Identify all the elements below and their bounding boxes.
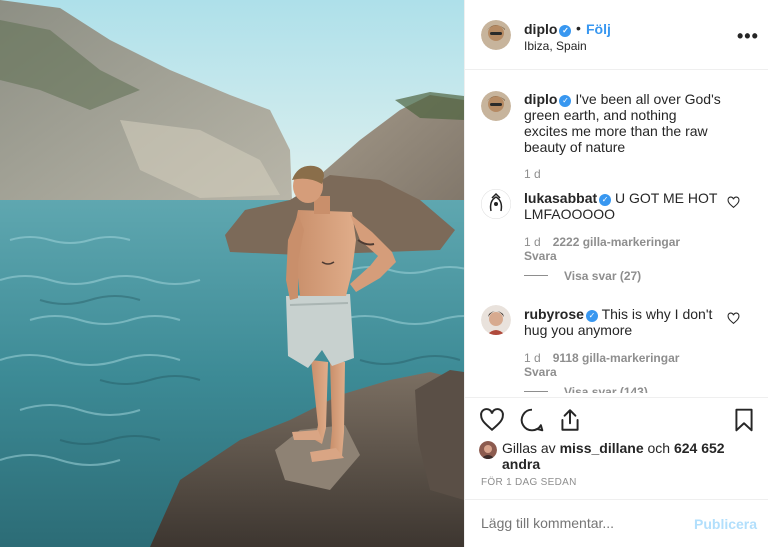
comment-heart-icon[interactable] — [727, 312, 740, 325]
comment-text-block: rubyrose ✓ This is why I don't hug you an… — [524, 306, 724, 338]
commenter-avatar[interactable] — [481, 189, 511, 219]
liked-by-user[interactable]: miss_dillane — [560, 440, 644, 456]
verified-badge-icon: ✓ — [585, 310, 598, 322]
comment-heart-icon[interactable] — [727, 196, 740, 209]
comment-time[interactable]: 1 d — [524, 235, 541, 249]
liked-by-conj: och — [647, 440, 671, 456]
reply-button[interactable]: Svara — [524, 249, 557, 263]
liked-by-text: Gillas av miss_dillane och 624 652 andra — [502, 440, 752, 472]
comment-time[interactable]: 1 d — [524, 351, 541, 365]
heart-icon[interactable] — [479, 407, 505, 433]
post-side-panel: diplo ✓ • Följ Ibiza, Spain ••• diplo ✓ … — [464, 0, 768, 547]
liked-by-prefix: Gillas av — [502, 440, 556, 456]
comments-list[interactable]: diplo ✓ I've been all over God's green ea… — [465, 71, 768, 393]
photo-illustration — [0, 0, 464, 547]
post-header: diplo ✓ • Följ Ibiza, Spain ••• — [465, 0, 768, 70]
add-comment-bar: Publicera — [465, 499, 768, 547]
bookmark-icon[interactable] — [731, 407, 757, 433]
view-replies-button[interactable]: Visa svar (143) — [524, 385, 648, 393]
follow-button[interactable]: Följ — [586, 21, 611, 37]
action-bar — [465, 397, 768, 441]
comment-icon[interactable] — [519, 407, 545, 433]
share-icon[interactable] — [557, 407, 583, 433]
comment-username[interactable]: rubyrose — [524, 306, 584, 322]
comment-meta: 1 d 9118 gilla-markeringar — [524, 351, 679, 365]
replies-divider — [524, 391, 548, 392]
comment-meta: 1 d 2222 gilla-markeringar — [524, 235, 680, 249]
post-timestamp[interactable]: FÖR 1 DAG SEDAN — [481, 477, 577, 488]
caption-text-block: diplo ✓ I've been all over God's green ea… — [524, 91, 724, 155]
replies-divider — [524, 275, 548, 276]
verified-badge-icon: ✓ — [559, 95, 572, 107]
comment-input[interactable] — [481, 515, 681, 531]
liker-avatar[interactable] — [479, 441, 497, 459]
caption-author-avatar[interactable] — [481, 91, 511, 121]
comment-username[interactable]: lukasabbat — [524, 190, 597, 206]
author-avatar[interactable] — [481, 20, 511, 50]
comment-likes[interactable]: 9118 gilla-markeringar — [553, 351, 680, 365]
caption-username[interactable]: diplo — [524, 91, 557, 107]
verified-badge-icon: ✓ — [559, 25, 572, 37]
commenter-avatar[interactable] — [481, 305, 511, 335]
post-location[interactable]: Ibiza, Spain — [524, 39, 587, 53]
caption-time[interactable]: 1 d — [524, 167, 541, 181]
author-username[interactable]: diplo ✓ — [524, 21, 572, 37]
verified-badge-icon: ✓ — [599, 194, 612, 206]
publish-button[interactable]: Publicera — [694, 516, 757, 532]
post-photo[interactable] — [0, 0, 464, 547]
comment-likes[interactable]: 2222 gilla-markeringar — [553, 235, 680, 249]
instagram-post: diplo ✓ • Följ Ibiza, Spain ••• diplo ✓ … — [0, 0, 768, 547]
more-options-icon[interactable]: ••• — [737, 26, 759, 47]
header-separator: • — [576, 20, 581, 36]
reply-button[interactable]: Svara — [524, 365, 557, 379]
view-replies-button[interactable]: Visa svar (27) — [524, 269, 641, 283]
comment-text-block: lukasabbat ✓ U GOT ME HOT LMFAOOOOO — [524, 190, 724, 222]
